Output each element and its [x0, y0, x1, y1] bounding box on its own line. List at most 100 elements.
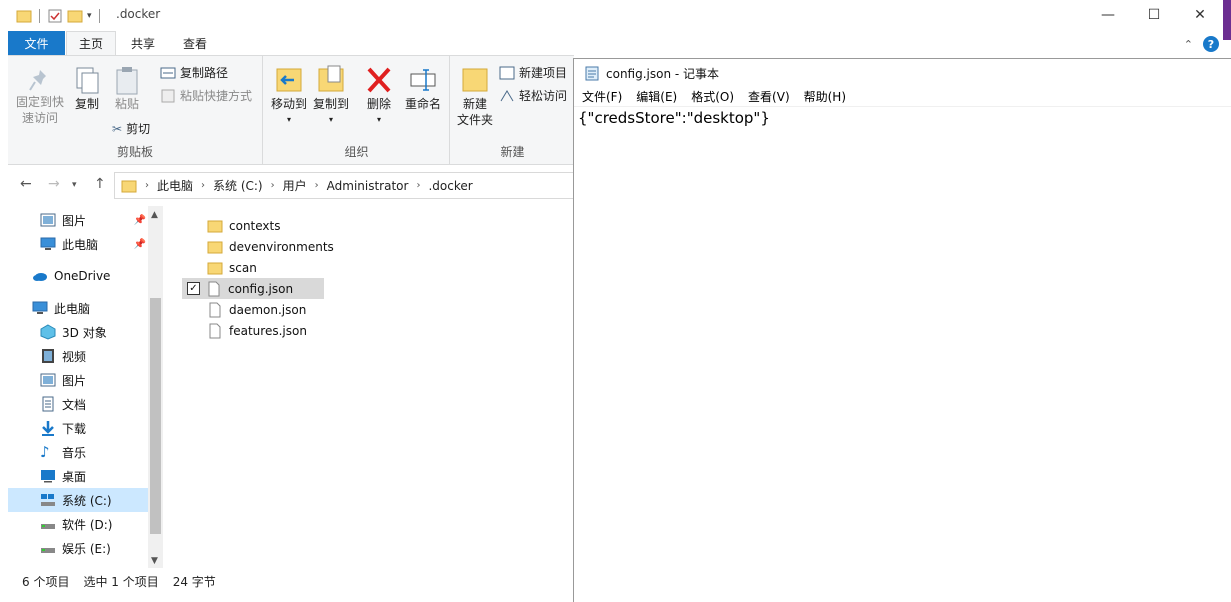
breadcrumb-item[interactable]: 用户	[283, 177, 307, 194]
delete-button[interactable]: 删除 ▾	[364, 64, 394, 128]
tab-view[interactable]: 查看	[172, 31, 218, 55]
nav-pane-scrollbar[interactable]: ▲ ▼	[148, 206, 163, 568]
tab-home[interactable]: 主页	[66, 31, 116, 55]
back-arrow-icon[interactable]: ←	[20, 176, 32, 192]
nav-item-drive-e[interactable]: 娱乐 (E:)	[8, 536, 148, 560]
new-folder-button[interactable]: 新建 文件夹	[455, 64, 495, 128]
paste-shortcut-button[interactable]: 粘贴快捷方式	[160, 87, 252, 104]
easy-access-icon	[500, 89, 514, 101]
breadcrumb-item[interactable]: 此电脑	[157, 177, 193, 194]
nav-item-pictures-pinned[interactable]: 图片 📌	[8, 208, 148, 232]
move-to-icon	[276, 68, 302, 92]
up-arrow-icon[interactable]: ↑	[94, 176, 106, 192]
nav-item-drive-d[interactable]: 软件 (D:)	[8, 512, 148, 536]
folder-icon	[207, 262, 223, 274]
onedrive-icon	[33, 273, 47, 281]
selection-checkbox[interactable]: ✓	[187, 282, 200, 295]
chevron-right-icon: ›	[314, 180, 319, 191]
chevron-right-icon: ›	[270, 180, 275, 191]
new-folder-icon[interactable]	[67, 8, 83, 24]
move-to-button[interactable]: 移动到 ▾	[270, 64, 308, 128]
list-item-selected[interactable]: ✓ config.json	[182, 278, 324, 299]
drive-icon	[41, 548, 55, 553]
tab-file[interactable]: 文件	[8, 31, 65, 55]
nav-item-onedrive[interactable]: OneDrive	[8, 264, 148, 288]
new-item-button[interactable]: 新建项目	[499, 64, 567, 81]
nav-item-music[interactable]: ♪ 音乐	[8, 440, 148, 464]
menu-format[interactable]: 格式(O)	[691, 88, 734, 105]
breadcrumb-item[interactable]: 系统 (C:)	[213, 177, 263, 194]
nav-item-drive-c[interactable]: 系统 (C:)	[8, 488, 148, 512]
nav-item-documents[interactable]: 文档	[8, 392, 148, 416]
pin-icon	[29, 70, 46, 91]
nav-item-this-pc[interactable]: 此电脑	[8, 296, 148, 320]
scrollbar-thumb[interactable]	[150, 298, 161, 534]
videos-icon	[42, 349, 54, 363]
scroll-down-icon[interactable]: ▼	[151, 556, 158, 566]
list-item[interactable]: scan	[182, 257, 324, 278]
maximize-button[interactable]: ☐	[1131, 0, 1177, 30]
tab-share[interactable]: 共享	[120, 31, 166, 55]
collapse-ribbon-icon[interactable]: ⌃	[1184, 38, 1193, 51]
file-icon	[209, 323, 221, 338]
list-item[interactable]: contexts	[182, 215, 324, 236]
easy-access-button[interactable]: 轻松访问	[499, 87, 567, 104]
file-icon	[208, 281, 220, 296]
computer-icon	[32, 301, 48, 314]
pin-icon[interactable]: 📌	[134, 239, 146, 250]
nav-item-3d-objects[interactable]: 3D 对象	[8, 320, 148, 344]
pin-quick-access-button[interactable]: 固定到快 速访问	[14, 66, 66, 126]
clipboard-group: 固定到快 速访问 复制 粘贴 复制路径 粘贴快捷方式 ✂ 剪切 剪贴板	[8, 56, 263, 164]
list-item[interactable]: features.json	[182, 320, 324, 341]
chevron-down-icon: ▾	[328, 115, 333, 124]
properties-icon[interactable]	[47, 8, 63, 24]
clipboard-group-label: 剪贴板	[116, 145, 153, 159]
minimize-button[interactable]: —	[1085, 0, 1131, 30]
forward-arrow-icon[interactable]: →	[48, 176, 60, 192]
list-item[interactable]: devenvironments	[182, 236, 342, 257]
music-icon: ♪	[40, 443, 50, 461]
rename-button[interactable]: 重命名	[402, 64, 444, 112]
organize-group-label: 组织	[344, 145, 369, 159]
nav-item-this-pc-pinned[interactable]: 此电脑 📌	[8, 232, 148, 256]
status-bar: 6 个项目 选中 1 个项目 24 字节	[8, 568, 574, 594]
notepad-window: config.json - 记事本 文件(F) 编辑(E) 格式(O) 查看(V…	[573, 58, 1231, 602]
pictures-icon	[40, 373, 56, 387]
menu-help[interactable]: 帮助(H)	[804, 88, 846, 105]
ribbon: 固定到快 速访问 复制 粘贴 复制路径 粘贴快捷方式 ✂ 剪切 剪贴板 移动到 …	[8, 55, 574, 165]
copy-button[interactable]: 复制	[70, 66, 104, 112]
pictures-icon	[40, 213, 56, 227]
ribbon-tabs: 文件 主页 共享 查看 ⌃ ?	[8, 31, 1231, 55]
help-icon[interactable]: ?	[1203, 36, 1219, 52]
menu-file[interactable]: 文件(F)	[582, 88, 622, 105]
explorer-titlebar: ▾ .docker — ☐ ✕	[8, 0, 1231, 31]
selection-size: 24 字节	[172, 574, 216, 589]
file-list: contexts devenvironments scan ✓ config.j…	[178, 206, 574, 568]
menu-edit[interactable]: 编辑(E)	[636, 88, 677, 105]
close-button[interactable]: ✕	[1177, 0, 1223, 30]
nav-item-pictures[interactable]: 图片	[8, 368, 148, 392]
scroll-up-icon[interactable]: ▲	[151, 210, 158, 220]
new-item-icon	[499, 66, 515, 79]
breadcrumb-item[interactable]: .docker	[428, 179, 472, 193]
notepad-text-area[interactable]: {"credsStore":"desktop"}	[578, 109, 770, 127]
address-bar[interactable]: › 此电脑 › 系统 (C:) › 用户 › Administrator › .…	[114, 172, 574, 199]
folder-icon	[16, 10, 32, 23]
pin-icon[interactable]: 📌	[134, 215, 146, 226]
copy-to-icon	[318, 65, 344, 92]
nav-item-desktop[interactable]: 桌面	[8, 464, 148, 488]
nav-item-videos[interactable]: 视频	[8, 344, 148, 368]
list-item[interactable]: daemon.json	[182, 299, 324, 320]
recent-locations-icon[interactable]: ▾	[72, 180, 77, 190]
copy-icon	[76, 67, 99, 94]
nav-item-downloads[interactable]: 下载	[8, 416, 148, 440]
quick-access-toolbar: ▾	[16, 6, 103, 26]
paste-button[interactable]: 粘贴	[110, 66, 144, 112]
notepad-titlebar: config.json - 记事本	[574, 59, 1231, 87]
copy-to-button[interactable]: 复制到 ▾	[312, 64, 350, 128]
copy-path-button[interactable]: 复制路径	[160, 64, 228, 81]
cut-button[interactable]: ✂ 剪切	[112, 120, 150, 137]
breadcrumb-item[interactable]: Administrator	[327, 179, 409, 193]
menu-view[interactable]: 查看(V)	[748, 88, 790, 105]
chevron-down-icon[interactable]: ▾	[87, 11, 92, 21]
